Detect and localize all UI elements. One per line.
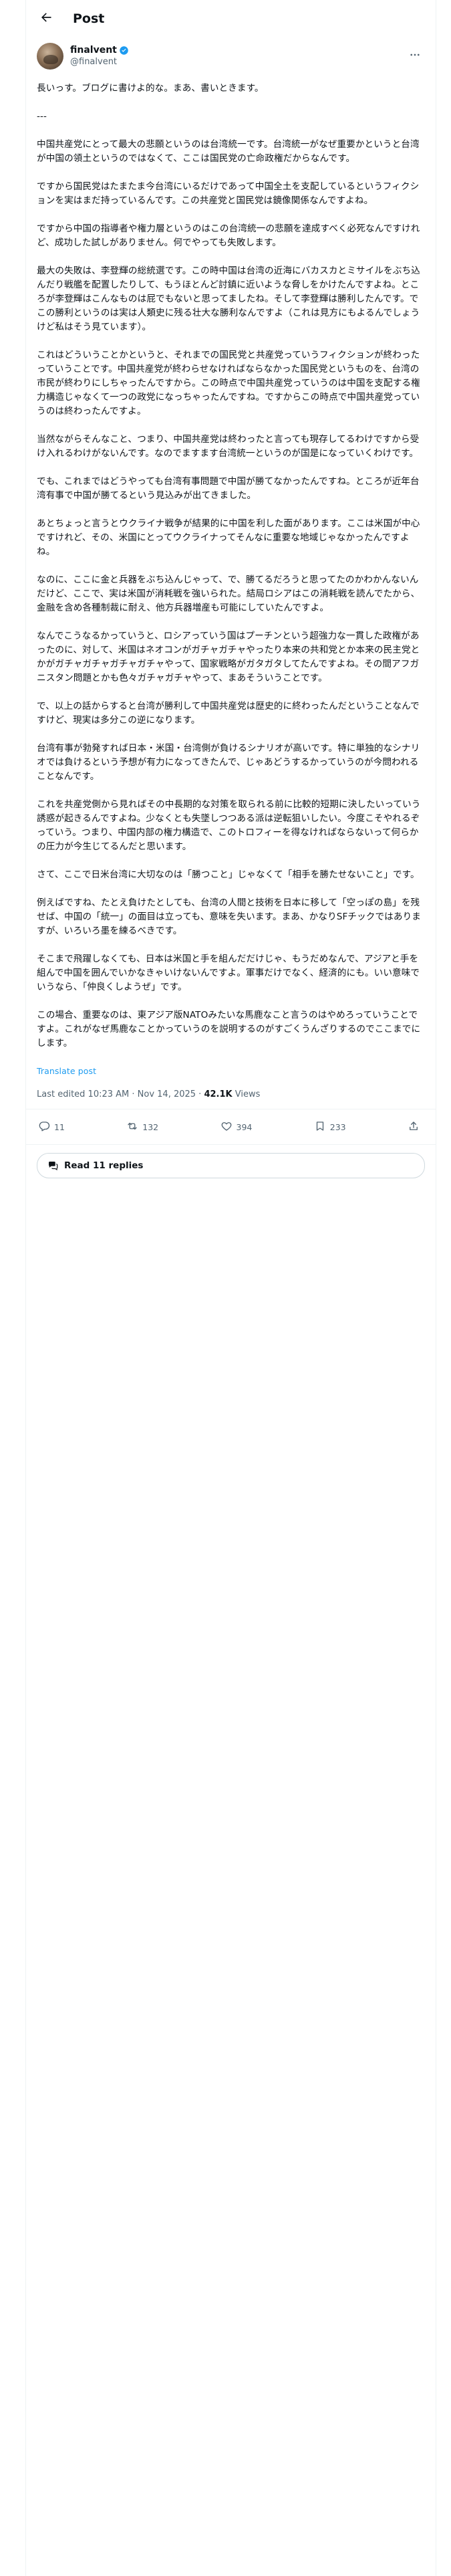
more-horizontal-icon [409, 49, 421, 64]
bookmark-count: 233 [329, 1121, 346, 1132]
post-meta: Last edited 10:23 AM · Nov 14, 2025 · 42… [26, 1079, 436, 1109]
verified-badge-icon [119, 45, 129, 56]
post-paragraph: 例えばですね、たとえ負けたとしても、台湾の人間と技術を日本に移して「空っぽの島」… [37, 897, 421, 936]
post-paragraph: 中国共産党にとって最大の悲願というのは台湾統一です。台湾統一がなぜ重要かというと… [37, 139, 420, 164]
post-paragraph: これを共産党側から見ればその中長期的な対策を取られる前に比較的短期に決したいって… [37, 799, 421, 852]
post-paragraph: そこまで飛躍しなくても、日本は米国と手を組んだだけじゃ、もうだめなんで、アジアと… [37, 954, 420, 992]
comment-icon [38, 1120, 50, 1134]
action-bar: 11 132 394 233 [26, 1109, 436, 1145]
author-display-name[interactable]: finalvent [70, 44, 405, 56]
top-bar: Post [26, 0, 436, 37]
share-button[interactable] [408, 1120, 420, 1134]
like-count: 394 [236, 1121, 253, 1132]
author-row: finalvent @finalvent [26, 37, 436, 72]
arrow-left-icon [39, 11, 53, 27]
post-paragraph: ですから国民党はたまたま今台湾にいるだけであって中国全土を支配しているというフィ… [37, 181, 420, 206]
post-paragraph: 台湾有事が勃発すれば日本・米国・台湾側が負けるシナリオが高いです。特に単独的なシ… [37, 743, 420, 782]
repost-icon [126, 1120, 138, 1134]
views-label: Views [232, 1089, 261, 1099]
speech-bubbles-icon [47, 1160, 59, 1172]
post-page: Post finalvent @finalvent 長いっす。ブログに書けよ的な… [25, 0, 436, 2576]
read-replies-button[interactable]: Read 11 replies [37, 1153, 425, 1178]
read-replies-label: Read 11 replies [64, 1160, 144, 1171]
post-paragraph: 当然ながらそんなこと、つまり、中国共産党は終わったと言っても現存してるわけですか… [37, 434, 420, 459]
post-paragraph: さて、ここで日米台湾に大切なのは「勝つこと」じゃなくて「相手を勝たせないこと」で… [37, 869, 420, 880]
bookmark-button[interactable]: 233 [314, 1120, 346, 1134]
avatar[interactable] [37, 43, 63, 70]
post-paragraph: あとちょっと言うとウクライナ戦争が結果的に中国を利した面があります。ここは米国が… [37, 518, 420, 557]
post-paragraph: なのに、ここに金と兵器をぶち込んじゃって、で、勝てるだろうと思ってたのかわかんな… [37, 574, 420, 613]
post-paragraph: これはどういうことかというと、それまでの国民党と共産党っていうフィクションが終わ… [37, 350, 420, 417]
reply-count: 11 [54, 1121, 65, 1132]
post-paragraph: --- [37, 111, 47, 122]
repost-count: 132 [142, 1121, 159, 1132]
more-button[interactable] [405, 46, 425, 66]
post-paragraph: で、以上の話からすると台湾が勝利して中国共産党は歴史的に終わったんだということな… [37, 701, 420, 726]
reply-button[interactable]: 11 [38, 1120, 65, 1134]
heart-icon [220, 1120, 233, 1134]
display-name-text: finalvent [70, 45, 117, 56]
bookmark-icon [314, 1120, 326, 1134]
last-edited-timestamp[interactable]: Last edited 10:23 AM · Nov 14, 2025 · [37, 1089, 204, 1099]
post-paragraph: ですから中国の指導者や権力層というのはこの台湾統一の悲願を達成すべく必死なんです… [37, 223, 420, 248]
share-icon [408, 1120, 420, 1134]
repost-button[interactable]: 132 [126, 1120, 158, 1134]
post-paragraph: 長いっす。ブログに書けよ的な。まあ、書いときます。 [37, 83, 264, 94]
post-paragraph: 最大の失敗は、李登輝の総統選です。この時中国は台湾の近海にバカスカとミサイルをぶ… [37, 265, 420, 332]
post-paragraph: この場合、重要なのは、東アジア版NATOみたいな馬鹿なこと言うのはやめろっていう… [37, 1010, 421, 1049]
author-handle[interactable]: @finalvent [70, 56, 405, 68]
translate-post-link[interactable]: Translate post [37, 1064, 96, 1078]
back-button[interactable] [34, 7, 58, 31]
views-count: 42.1K [204, 1089, 233, 1099]
page-title: Post [73, 11, 105, 26]
post-paragraph: なんでこうなるかっていうと、ロシアっていう国はプーチンという超強力な一貫した政権… [37, 631, 420, 683]
like-button[interactable]: 394 [220, 1120, 253, 1134]
post-text: 長いっす。ブログに書けよ的な。まあ、書いときます。 --- 中国共産党にとって最… [26, 72, 436, 1079]
post-paragraph: でも、これまではどうやっても台湾有事問題で中国が勝てなかったんですね。ところが近… [37, 476, 420, 501]
author-names: finalvent @finalvent [70, 44, 405, 68]
